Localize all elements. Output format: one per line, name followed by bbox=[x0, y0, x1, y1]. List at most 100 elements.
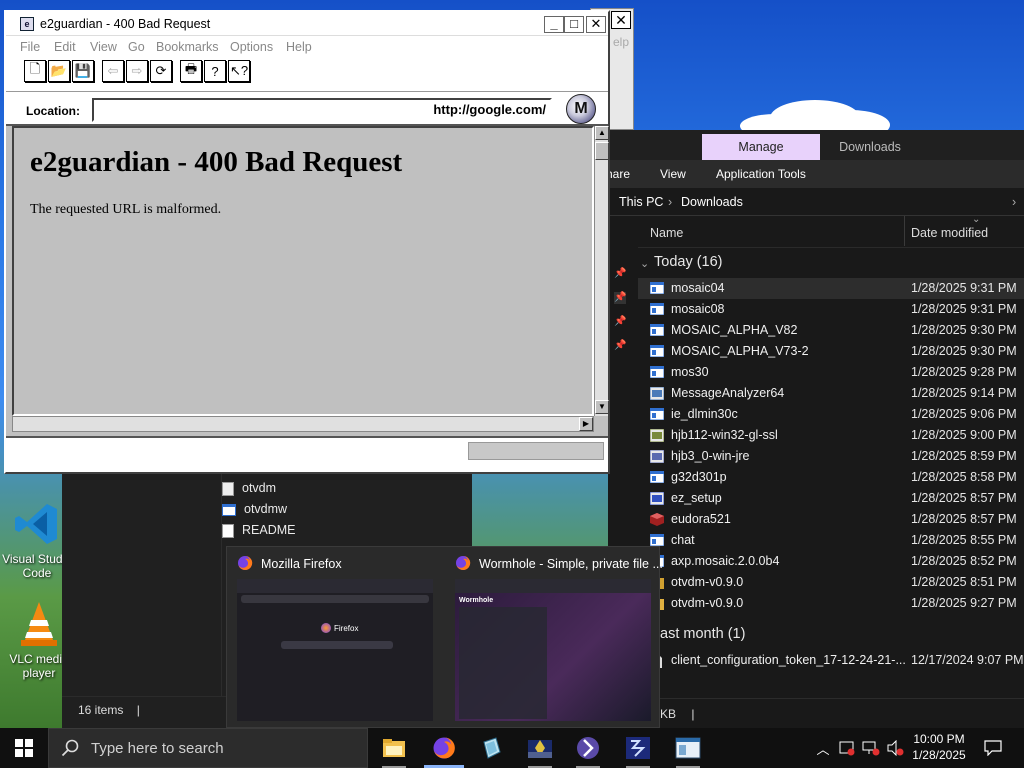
column-date-modified[interactable]: Date modified bbox=[911, 226, 988, 240]
taskbar-app-2[interactable] bbox=[516, 728, 564, 768]
tab-downloads[interactable]: Downloads bbox=[820, 134, 920, 160]
pin-icon[interactable]: 📌 bbox=[614, 292, 626, 304]
scrollbar-thumb[interactable] bbox=[595, 142, 609, 160]
menu-go[interactable]: Go bbox=[128, 40, 145, 54]
tray-network-icon[interactable] bbox=[860, 728, 882, 768]
reload-icon[interactable]: ⟳ bbox=[150, 60, 172, 82]
start-button[interactable] bbox=[0, 728, 48, 768]
vertical-scrollbar[interactable]: ▲ ▼ bbox=[594, 126, 609, 416]
taskbar-app-4[interactable] bbox=[614, 728, 662, 768]
breadcrumb-this-pc[interactable]: This PC bbox=[619, 195, 663, 209]
list-item[interactable]: otvdm bbox=[222, 478, 295, 499]
toolbar: 🗋 📂 💾 ⇦ ⇨ ⟳ 🖶 ? ↖? bbox=[6, 58, 608, 92]
vlc-cone-icon bbox=[15, 600, 63, 648]
close-icon[interactable]: ✕ bbox=[611, 11, 631, 29]
pin-icon[interactable]: 📌 bbox=[614, 340, 626, 352]
file-row[interactable]: mos30 1/28/2025 9:28 PM bbox=[638, 362, 1024, 383]
scroll-down-arrow-icon[interactable]: ▼ bbox=[595, 400, 609, 414]
tab-share[interactable]: hare bbox=[608, 167, 630, 181]
file-row[interactable]: MOSAIC_ALPHA_V82 1/28/2025 9:30 PM bbox=[638, 320, 1024, 341]
file-row[interactable]: otvdm-v0.9.0 1/28/2025 9:27 PM bbox=[638, 593, 1024, 614]
tab-manage[interactable]: Manage bbox=[702, 134, 820, 160]
minimize-button[interactable]: _ bbox=[544, 16, 564, 33]
menu-help[interactable]: Help bbox=[286, 40, 312, 54]
menu-edit[interactable]: Edit bbox=[54, 40, 76, 54]
back-arrow-icon[interactable]: ⇦ bbox=[102, 60, 124, 82]
tab-view[interactable]: View bbox=[660, 167, 686, 181]
file-row[interactable]: eudora521 1/28/2025 8:57 PM bbox=[638, 509, 1024, 530]
preview-text: Firefox bbox=[334, 623, 359, 633]
scroll-up-arrow-icon[interactable]: ▲ bbox=[595, 126, 609, 140]
file-explorer-window[interactable]: Manage Downloads hare View Application T… bbox=[608, 130, 1024, 728]
file-name: chat bbox=[671, 533, 695, 547]
firefox-logo-icon bbox=[321, 623, 331, 633]
menu-options[interactable]: Options bbox=[230, 40, 273, 54]
file-row[interactable]: axp.mosaic.2.0.0b4 1/28/2025 8:52 PM bbox=[638, 551, 1024, 572]
file-date-modified: 1/28/2025 9:31 PM bbox=[911, 281, 1017, 295]
forward-arrow-icon[interactable]: ⇨ bbox=[126, 60, 148, 82]
open-folder-icon[interactable]: 📂 bbox=[48, 60, 70, 82]
pin-icon[interactable]: 📌 bbox=[614, 268, 626, 280]
file-row[interactable]: client_configuration_token_17-12-24-21-.… bbox=[638, 650, 1024, 671]
file-name: ez_setup bbox=[671, 491, 722, 505]
group-header-last-month[interactable]: ast month (1) bbox=[638, 620, 1024, 650]
file-name: otvdm-v0.9.0 bbox=[671, 596, 744, 610]
file-row[interactable]: g32d301p 1/28/2025 8:58 PM bbox=[638, 467, 1024, 488]
security-alert-icon bbox=[839, 741, 855, 756]
column-name[interactable]: Name bbox=[650, 226, 683, 240]
close-button[interactable]: ✕ bbox=[586, 16, 606, 33]
scroll-right-arrow-icon[interactable]: ▶ bbox=[579, 417, 593, 431]
taskbar-app-1[interactable] bbox=[468, 728, 516, 768]
search-box[interactable]: Type here to search bbox=[48, 728, 368, 768]
notifications-button[interactable] bbox=[978, 728, 1008, 768]
list-item[interactable]: README bbox=[222, 520, 295, 541]
mosaic-browser-window[interactable]: e e2guardian - 400 Bad Request _ □ ✕ Fil… bbox=[4, 10, 610, 474]
file-row[interactable]: ie_dlmin30c 1/28/2025 9:06 PM bbox=[638, 404, 1024, 425]
address-bar[interactable]: This PC › Downloads › bbox=[608, 188, 1024, 216]
breadcrumb-downloads[interactable]: Downloads bbox=[681, 195, 743, 209]
title-bar[interactable]: e e2guardian - 400 Bad Request _ □ ✕ bbox=[6, 12, 608, 36]
new-document-icon[interactable]: 🗋 bbox=[24, 60, 46, 82]
file-row[interactable]: MOSAIC_ALPHA_V73-2 1/28/2025 9:30 PM bbox=[638, 341, 1024, 362]
list-item[interactable]: otvdmw bbox=[222, 499, 295, 520]
navigation-pane[interactable] bbox=[62, 470, 222, 696]
taskbar-app-5[interactable] bbox=[664, 728, 712, 768]
file-list[interactable]: Name Date modified ⌄ ⌄ Today (16) mosaic… bbox=[638, 214, 1024, 716]
horizontal-scrollbar[interactable]: ▶ bbox=[12, 416, 594, 432]
document-view[interactable]: e2guardian - 400 Bad Request The request… bbox=[12, 126, 594, 416]
file-row[interactable]: mosaic04 1/28/2025 9:31 PM bbox=[638, 278, 1024, 299]
file-row[interactable]: otvdm-v0.9.0 1/28/2025 8:51 PM bbox=[638, 572, 1024, 593]
menu-view[interactable]: View bbox=[90, 40, 117, 54]
mosaic-app-icon[interactable]: e bbox=[20, 17, 34, 31]
file-row[interactable]: mosaic08 1/28/2025 9:31 PM bbox=[638, 299, 1024, 320]
save-icon[interactable]: 💾 bbox=[72, 60, 94, 82]
taskbar-firefox[interactable] bbox=[420, 728, 468, 768]
show-hidden-icons-button[interactable]: ︿ bbox=[812, 728, 834, 768]
group-header-today[interactable]: ⌄ Today (16) bbox=[638, 248, 1024, 278]
taskbar-app-3[interactable] bbox=[564, 728, 612, 768]
file-row[interactable]: hjb3_0-win-jre 1/28/2025 8:59 PM bbox=[638, 446, 1024, 467]
tab-application-tools[interactable]: Application Tools bbox=[716, 167, 806, 181]
file-row[interactable]: hjb112-win32-gl-ssl 1/28/2025 9:00 PM bbox=[638, 425, 1024, 446]
maximize-button[interactable]: □ bbox=[564, 16, 584, 33]
taskbar-file-explorer[interactable] bbox=[370, 728, 418, 768]
print-icon[interactable]: 🖶 bbox=[180, 60, 202, 82]
location-bar: Location: http://google.com/ M bbox=[6, 92, 608, 126]
context-help-icon[interactable]: ↖? bbox=[228, 60, 250, 82]
url-input[interactable]: http://google.com/ bbox=[92, 98, 552, 122]
firefox-icon bbox=[455, 555, 471, 574]
menu-bookmarks[interactable]: Bookmarks bbox=[156, 40, 219, 54]
menu-file[interactable]: File bbox=[20, 40, 40, 54]
file-row[interactable]: chat 1/28/2025 8:55 PM bbox=[638, 530, 1024, 551]
thumbnail-firefox[interactable]: Mozilla Firefox Firefox bbox=[227, 547, 442, 729]
file-row[interactable]: ez_setup 1/28/2025 8:57 PM bbox=[638, 488, 1024, 509]
file-list[interactable]: otvdm otvdmw README bbox=[222, 478, 295, 541]
help-icon[interactable]: ? bbox=[204, 60, 226, 82]
file-name: otvdm bbox=[242, 481, 277, 495]
pin-icon[interactable]: 📌 bbox=[614, 316, 626, 328]
tray-security-icon[interactable] bbox=[836, 728, 858, 768]
system-clock[interactable]: 10:00 PM 1/28/2025 bbox=[902, 731, 976, 763]
breadcrumb-separator: › bbox=[668, 195, 673, 209]
thumbnail-wormhole[interactable]: Wormhole - Simple, private file ... Worm… bbox=[445, 547, 663, 729]
file-row[interactable]: MessageAnalyzer64 1/28/2025 9:14 PM bbox=[638, 383, 1024, 404]
